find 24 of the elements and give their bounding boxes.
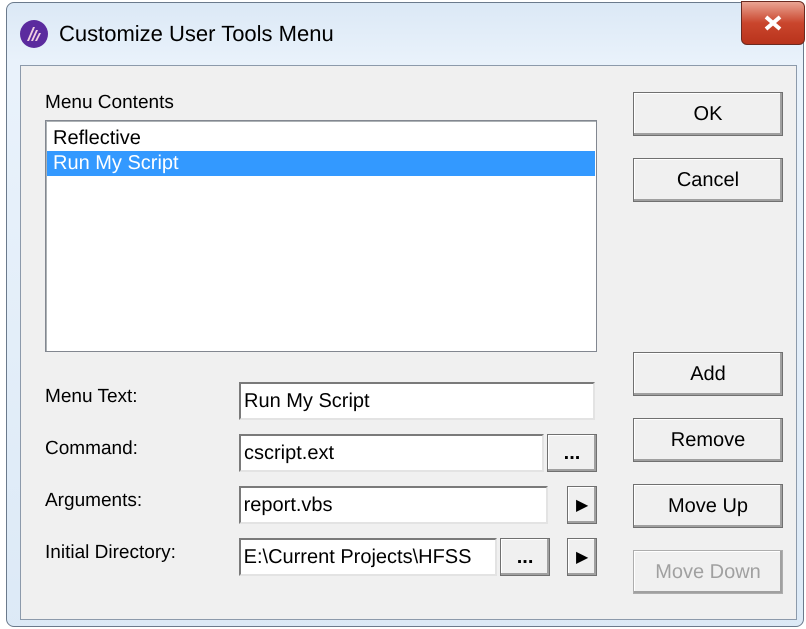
close-icon: [763, 15, 783, 31]
field-label: Command:: [45, 438, 139, 460]
arrow-button[interactable]: ▶: [567, 486, 597, 524]
dialog-button[interactable]: OK: [633, 92, 783, 136]
dialog-button[interactable]: Move Up: [633, 484, 783, 528]
app-logo-icon: [19, 19, 49, 49]
arrow-button[interactable]: ▶: [567, 538, 597, 576]
dialog-button[interactable]: Cancel: [633, 158, 783, 202]
text-field[interactable]: Run My Script: [239, 382, 595, 420]
close-button[interactable]: [741, 1, 805, 45]
text-field[interactable]: E:\Current Projects\HFSS: [238, 538, 498, 576]
window-title: Customize User Tools Menu: [59, 21, 334, 47]
dialog-button[interactable]: Remove: [633, 418, 783, 462]
browse-button[interactable]: ...: [547, 434, 597, 472]
field-label: Initial Directory:: [45, 542, 177, 564]
dialog-button[interactable]: Add: [633, 352, 783, 396]
list-label: Menu Contents: [45, 91, 175, 115]
text-field[interactable]: report.vbs: [238, 486, 548, 524]
list-item[interactable]: Reflective: [47, 126, 595, 151]
browse-button[interactable]: ...: [500, 538, 550, 576]
menu-list[interactable]: Reflective Run My Script: [45, 120, 597, 352]
field-label: Menu Text:: [45, 386, 139, 408]
text-field[interactable]: cscript.ext: [239, 434, 544, 472]
field-label: Arguments:: [45, 490, 144, 512]
